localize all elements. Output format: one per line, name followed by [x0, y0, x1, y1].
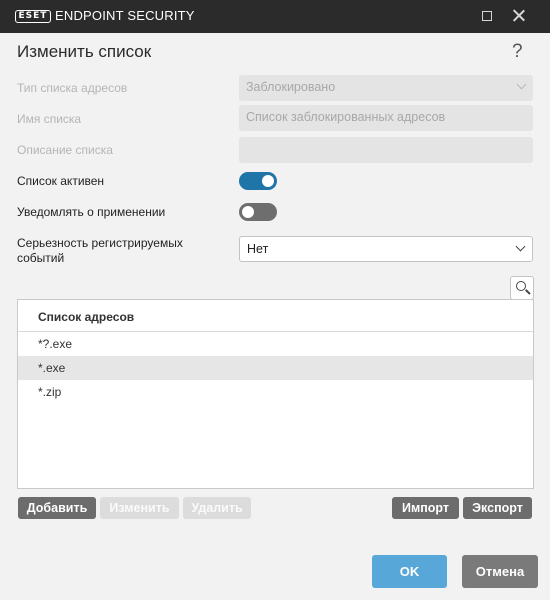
- toggle-knob: [242, 206, 254, 218]
- close-icon[interactable]: [508, 5, 530, 27]
- toggle-knob: [262, 175, 274, 187]
- list-name-field: Список заблокированных адресов: [239, 105, 533, 131]
- search-button[interactable]: [510, 276, 534, 300]
- delete-button[interactable]: Удалить: [183, 497, 251, 519]
- address-list-type-label: Тип списка адресов: [17, 81, 128, 95]
- notify-toggle[interactable]: [239, 203, 277, 221]
- maximize-icon[interactable]: [476, 5, 498, 27]
- chevron-down-icon: [515, 241, 526, 252]
- address-list-header[interactable]: Список адресов: [18, 300, 533, 332]
- list-name-label: Имя списка: [17, 112, 82, 126]
- severity-select[interactable]: Нет: [239, 236, 533, 262]
- chevron-down-icon: [516, 79, 527, 90]
- severity-value: Нет: [247, 242, 269, 256]
- eset-logo: ESET: [15, 10, 51, 23]
- dialog-title: Изменить список: [17, 42, 152, 61]
- export-button[interactable]: Экспорт: [463, 497, 532, 519]
- address-list-type-select: Заблокировано: [239, 75, 533, 101]
- title-bar: ESET ENDPOINT SECURITY: [0, 0, 550, 33]
- severity-label-line2: событий: [17, 251, 65, 265]
- notify-label: Уведомлять о применении: [17, 205, 166, 219]
- severity-label: Серьезность регистрируемых событий: [17, 236, 183, 266]
- list-description-field: [239, 137, 533, 163]
- severity-label-line1: Серьезность регистрируемых: [17, 236, 183, 250]
- list-active-label: Список активен: [17, 174, 105, 188]
- list-description-label: Описание списка: [17, 143, 113, 157]
- product-name: ENDPOINT SECURITY: [55, 8, 195, 23]
- cancel-button[interactable]: Отмена: [462, 555, 538, 588]
- help-icon[interactable]: ?: [512, 41, 523, 63]
- edit-button[interactable]: Изменить: [100, 497, 179, 519]
- ok-button[interactable]: OK: [372, 555, 447, 588]
- add-button[interactable]: Добавить: [18, 497, 96, 519]
- list-item[interactable]: *.zip: [18, 380, 533, 404]
- address-list: Список адресов *?.exe *.exe *.zip: [17, 299, 534, 489]
- import-button[interactable]: Импорт: [392, 497, 459, 519]
- list-item[interactable]: *.exe: [18, 356, 533, 380]
- list-item[interactable]: *?.exe: [18, 332, 533, 356]
- list-active-toggle[interactable]: [239, 172, 277, 190]
- address-list-type-value: Заблокировано: [246, 80, 336, 94]
